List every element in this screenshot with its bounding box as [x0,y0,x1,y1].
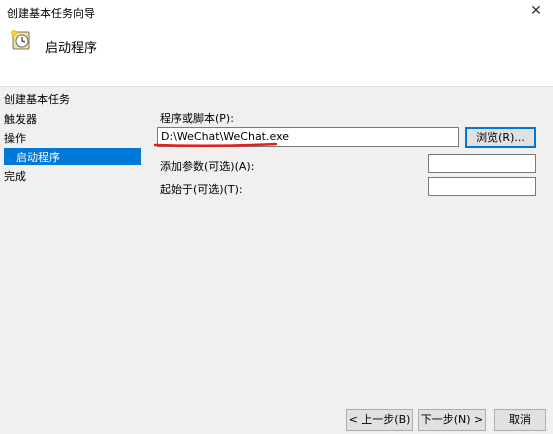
step-create-basic-task: 创建基本任务 [4,93,70,106]
cancel-button[interactable]: 取消 [494,409,546,431]
back-button[interactable]: < 上一步(B) [346,409,413,431]
arguments-input[interactable] [428,154,536,173]
program-label: 程序或脚本(P): [160,112,234,125]
wizard-steps: 创建基本任务 触发器 操作 启动程序 完成 [0,88,150,388]
title-bar: 创建基本任务向导 ✕ [0,0,553,24]
window-title: 创建基本任务向导 [7,7,95,20]
start-in-label: 起始于(可选)(T): [160,183,243,196]
next-button[interactable]: 下一步(N) > [418,409,486,431]
wizard-header: 启动程序 [0,24,553,87]
browse-button[interactable]: 浏览(R)... [465,127,536,148]
red-underline-annotation [154,142,278,148]
step-trigger: 触发器 [4,113,37,126]
step-start-program: 启动程序 [4,148,141,165]
close-icon[interactable]: ✕ [519,0,553,24]
step-finish: 完成 [4,170,26,183]
task-clock-icon [10,29,30,50]
page-heading: 启动程序 [45,41,98,56]
arguments-label: 添加参数(可选)(A): [160,160,255,173]
step-start-program-label: 启动程序 [16,151,60,164]
step-action: 操作 [4,132,26,145]
start-in-input[interactable] [428,177,536,196]
